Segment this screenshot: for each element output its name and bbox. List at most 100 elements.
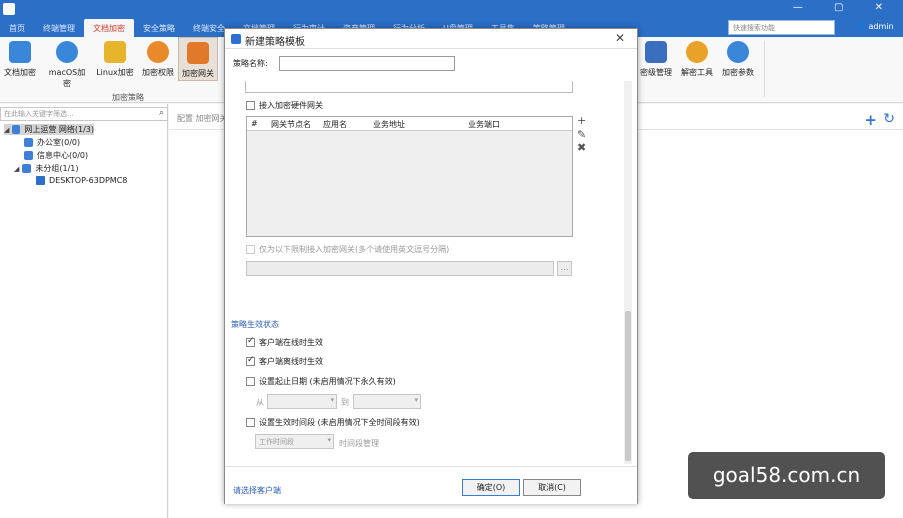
start-date-picker[interactable]: ▾ [267, 394, 337, 409]
refresh-icon[interactable]: ↻ [883, 111, 895, 127]
tree-item-info-center[interactable]: 信息中心(0/0) [24, 150, 88, 161]
macos-encrypt-label: macOS加密 [48, 68, 86, 88]
col-node-name: 网关节点名 [271, 120, 311, 129]
gear-icon [727, 41, 749, 63]
gateway-option[interactable]: 接入加密硬件网关 [246, 100, 323, 111]
tree-item-ungrouped[interactable]: ◢ 未分组(1/1) [14, 163, 79, 174]
level-icon [645, 41, 667, 63]
section-title: 策略生效状态 [231, 320, 279, 329]
encrypt-permission-button[interactable]: 加密权限 [138, 41, 178, 78]
offline-label: 客户端离线时生效 [259, 357, 323, 366]
computer-icon [36, 176, 45, 185]
scrollbar-thumb[interactable] [625, 311, 631, 461]
only-gateway-checkbox[interactable] [246, 245, 255, 254]
from-label: 从 [256, 398, 264, 407]
policy-name-input[interactable] [279, 56, 455, 71]
decrypt-tool-label: 解密工具 [681, 68, 713, 77]
time-period-option[interactable]: 设置生效时间段 (未启用情况下全时间段有效) [246, 417, 420, 428]
previous-section-box [245, 81, 573, 93]
add-icon[interactable]: + [864, 111, 877, 129]
quick-search-input[interactable]: 快速搜索功能 [728, 20, 835, 35]
title-bar: — ▢ ✕ [0, 0, 903, 20]
cancel-button[interactable]: 取消(C) [523, 479, 581, 496]
tree-root[interactable]: ◢ 网上运营 网络(1/3) [4, 124, 94, 135]
select-client-link[interactable]: 请选择客户端 [233, 485, 281, 496]
doc-encrypt-button[interactable]: 文档加密 [0, 41, 40, 78]
user-label[interactable]: 👤 admin [856, 22, 894, 31]
dialog-app-icon [231, 34, 241, 44]
ribbon-group-label: 加密策略 [112, 93, 144, 102]
dialog-scrollbar[interactable] [624, 81, 632, 464]
col-address: 业务地址 [373, 120, 405, 129]
tab-security-policy[interactable]: 安全策略 [134, 19, 184, 37]
tab-terminal[interactable]: 终端管理 [34, 19, 84, 37]
offline-checkbox[interactable] [246, 355, 255, 366]
user-name: admin [868, 22, 894, 31]
new-policy-dialog: 新建策略模板 ✕ 策略名称: 接入加密硬件网关 # 网关节点名 应用名 业务地址… [224, 28, 638, 504]
left-pane: 在此输入关键字筛选... ⌕ ◢ 网上运营 网络(1/3) 办公室(0/0) 信息… [0, 104, 168, 518]
browse-button[interactable]: … [557, 261, 572, 276]
collapse-icon[interactable]: ◢ [4, 126, 9, 134]
delete-icon[interactable]: ✖ [577, 141, 586, 154]
add-icon[interactable]: + [577, 114, 586, 127]
edit-icon[interactable]: ✎ [577, 128, 586, 141]
date-range-option[interactable]: 设置起止日期 (未启用情况下永久有效) [246, 376, 396, 387]
end-date-picker[interactable]: ▾ [353, 394, 421, 409]
tree-item-label: DESKTOP-63DPMC8 [49, 176, 128, 185]
search-icon[interactable]: ⌕ [159, 108, 164, 118]
date-range-label: 设置起止日期 (未启用情况下永久有效) [259, 377, 396, 386]
linux-encrypt-button[interactable]: Linux加密 [93, 41, 137, 78]
tree-item-office[interactable]: 办公室(0/0) [24, 137, 80, 148]
time-period-select[interactable]: 工作时间段 ▾ [255, 434, 334, 449]
tree-item-desktop[interactable]: DESKTOP-63DPMC8 [36, 176, 127, 185]
encrypt-params-button[interactable]: 加密参数 [718, 41, 758, 78]
ok-button[interactable]: 确定(O) [462, 479, 520, 496]
dialog-title-bar: 新建策略模板 ✕ [225, 29, 637, 49]
app-icon [3, 3, 15, 15]
gateway-checkbox-label: 接入加密硬件网关 [259, 101, 323, 110]
tab-home[interactable]: 首页 [0, 19, 34, 37]
ribbon-separator [764, 41, 765, 97]
window-controls[interactable]: — ▢ ✕ [793, 2, 897, 13]
watermark: goal58.com.cn [688, 452, 885, 499]
tree-filter-input[interactable]: 在此输入关键字筛选... ⌕ [0, 107, 168, 121]
toolbar-text: 配置 加密网关 [177, 114, 228, 123]
encrypt-gateway-label: 加密网关 [182, 69, 214, 78]
only-gateway-option[interactable]: 仅为以下限制接入加密网关(多个请使用英文逗号分隔) [246, 244, 449, 255]
online-checkbox[interactable] [246, 336, 255, 347]
date-range-checkbox[interactable] [246, 377, 255, 386]
dialog-footer: 请选择客户端 确定(O) 取消(C) [225, 466, 637, 504]
decrypt-tool-button[interactable]: 解密工具 [678, 41, 716, 78]
gateway-list-input[interactable] [246, 261, 554, 276]
gateway-checkbox[interactable] [246, 101, 255, 110]
tree-item-label: 未分组(1/1) [35, 164, 79, 173]
dropdown-icon: ▾ [330, 396, 334, 404]
level-manage-button[interactable]: 密级管理 [637, 41, 675, 78]
col-index: # [251, 119, 258, 128]
time-period-value: 工作时间段 [259, 438, 294, 446]
encrypt-permission-label: 加密权限 [142, 68, 174, 77]
close-icon[interactable]: ✕ [615, 31, 625, 45]
group-icon [22, 164, 32, 173]
gateway-table: # 网关节点名 应用名 业务地址 业务端口 [246, 116, 573, 237]
user-icon: 👤 [856, 22, 866, 31]
macos-encrypt-button[interactable]: macOS加密 [45, 41, 89, 89]
tree-item-label: 办公室(0/0) [37, 138, 81, 147]
encrypt-gateway-button[interactable]: 加密网关 [178, 37, 218, 81]
collapse-icon[interactable]: ◢ [14, 165, 19, 173]
group-icon [12, 125, 21, 134]
filter-placeholder: 在此输入关键字筛选... [4, 110, 74, 118]
to-label: 到 [341, 398, 349, 407]
decrypt-icon [686, 41, 708, 63]
doc-encrypt-label: 文档加密 [4, 68, 36, 77]
windows-icon [9, 41, 31, 63]
only-gateway-label: 仅为以下限制接入加密网关(多个请使用英文逗号分隔) [259, 245, 450, 254]
time-period-manage[interactable]: 时间段管理 [339, 438, 379, 449]
gateway-table-header: # 网关节点名 应用名 业务地址 业务端口 [247, 117, 572, 131]
tab-doc-encrypt[interactable]: 文档加密 [84, 19, 134, 37]
online-label: 客户端在线时生效 [259, 338, 323, 347]
time-period-label: 设置生效时间段 (未启用情况下全时间段有效) [259, 418, 420, 427]
time-period-checkbox[interactable] [246, 418, 255, 427]
online-option[interactable]: 客户端在线时生效 [246, 336, 323, 348]
offline-option[interactable]: 客户端离线时生效 [246, 355, 323, 367]
